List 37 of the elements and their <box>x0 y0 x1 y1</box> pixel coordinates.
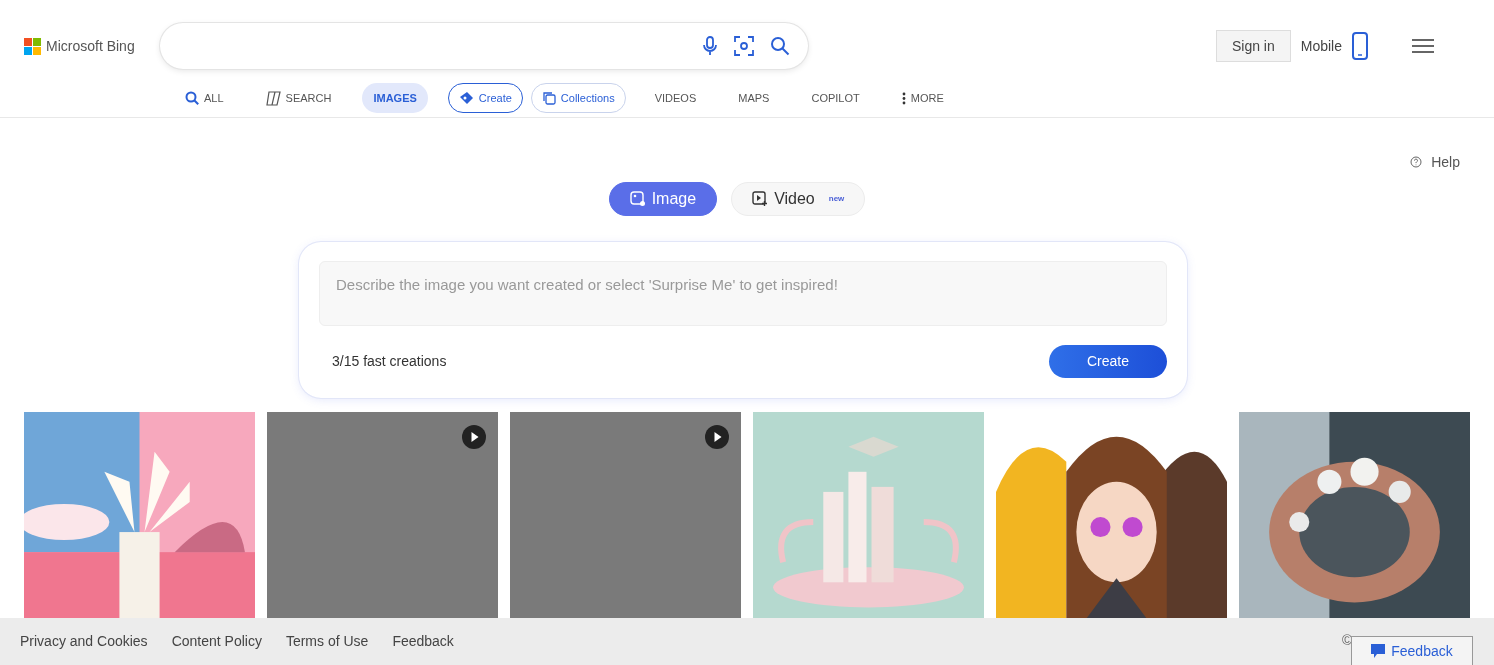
play-icon[interactable] <box>462 424 486 449</box>
create-button[interactable]: Create <box>1049 344 1167 378</box>
menu-icon[interactable] <box>1412 38 1434 54</box>
nav-tab[interactable]: COPILOT <box>800 83 871 113</box>
nav-tab[interactable]: MORE <box>890 83 955 113</box>
prompt-field[interactable]: Describe the image you want created or select 'Surprise Me' to get inspired! <box>319 260 1167 326</box>
help-link[interactable]: Help <box>1410 153 1460 171</box>
nav-tab[interactable]: SEARCH <box>254 83 343 113</box>
feedback-button[interactable]: Feedback <box>1351 635 1473 665</box>
sign-in-button[interactable]: Sign in <box>1215 30 1291 62</box>
collections-icon <box>541 91 556 105</box>
footer-link[interactable]: Privacy and Cookies <box>20 633 148 650</box>
image-icon <box>629 190 646 207</box>
logo-text: Microsoft Bing <box>46 38 135 54</box>
video-thumbnail[interactable] <box>510 411 741 618</box>
nav-tab[interactable]: MAPS <box>727 83 781 113</box>
phone-icon[interactable] <box>1352 32 1368 60</box>
chat-bubble-icon <box>1371 643 1386 658</box>
nav-tab[interactable]: VIDEOS <box>643 83 708 113</box>
nav-tab[interactable]: ALL <box>174 83 235 113</box>
search-icon <box>185 91 199 105</box>
mode-tab[interactable]: Image <box>608 181 718 216</box>
video-icon <box>752 190 769 207</box>
microphone-icon[interactable] <box>702 36 718 56</box>
footer-link[interactable]: Terms of Use <box>285 633 369 650</box>
camera-search-icon[interactable] <box>734 36 754 56</box>
video-thumbnail[interactable] <box>267 411 498 618</box>
play-icon[interactable] <box>705 424 729 449</box>
footer-link[interactable]: Content Policy <box>171 633 262 650</box>
credits-counter: 3/15 fast creations <box>332 353 447 370</box>
footer-link[interactable]: Feedback <box>392 633 454 650</box>
logo-icon <box>24 37 41 55</box>
more-icon <box>901 91 906 105</box>
help-icon <box>1410 155 1423 168</box>
search-icon[interactable] <box>770 36 790 56</box>
mobile-link[interactable]: Mobile <box>1300 38 1342 54</box>
nav-tab[interactable]: IMAGES <box>362 83 428 113</box>
